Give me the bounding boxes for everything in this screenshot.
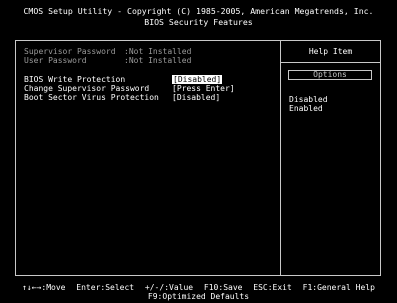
key-select: Enter:Select [76, 283, 135, 292]
key-legend: ↑↓←→:Move Enter:Select +/-/:Value F10:Sa… [0, 283, 397, 301]
options-list: Disabled Enabled [289, 95, 328, 113]
setting-value[interactable]: [Disabled] [172, 93, 220, 102]
setting-row-change-supervisor-password[interactable]: Change Supervisor Password [Press Enter] [24, 84, 279, 93]
key-save: F10:Save [203, 283, 243, 292]
user-password-row: User Password :Not Installed [24, 56, 279, 65]
setting-label: Change Supervisor Password [24, 84, 150, 93]
setting-row-boot-sector-virus-protection[interactable]: Boot Sector Virus Protection [Disabled] [24, 93, 279, 102]
setting-label: BIOS Write Protection [24, 75, 126, 84]
options-header: Options [288, 70, 372, 80]
page-title: BIOS Security Features [144, 17, 253, 27]
bios-screen: CMOS Setup Utility - Copyright (C) 1985-… [0, 0, 397, 303]
setting-value-selected[interactable]: [Disabled] [172, 75, 223, 84]
user-password-status: :Not Installed [124, 56, 192, 65]
help-title: Help Item [308, 47, 353, 56]
key-legend-line-1: ↑↓←→:Move Enter:Select +/-/:Value F10:Sa… [0, 283, 397, 292]
setting-value[interactable]: [Press Enter] [172, 84, 235, 93]
key-move: ↑↓←→:Move [22, 283, 66, 292]
key-defaults: F9:Optimized Defaults [147, 292, 250, 301]
title-area: CMOS Setup Utility - Copyright (C) 1985-… [0, 6, 397, 28]
help-panel: Help Item Options Disabled Enabled [281, 40, 380, 276]
key-exit: ESC:Exit [253, 283, 292, 292]
option-enabled[interactable]: Enabled [289, 104, 328, 113]
option-disabled[interactable]: Disabled [289, 95, 328, 104]
key-value: +/-/:Value [144, 283, 194, 292]
setting-label: Boot Sector Virus Protection [24, 93, 159, 102]
supervisor-password-status: :Not Installed [124, 47, 192, 56]
help-divider [281, 62, 380, 63]
key-legend-line-2: F9:Optimized Defaults [0, 292, 397, 301]
user-password-label: User Password [24, 56, 87, 65]
settings-panel: Supervisor Password :Not Installed User … [24, 47, 279, 102]
key-help: F1:General Help [302, 283, 375, 292]
app-title: CMOS Setup Utility - Copyright (C) 1985-… [23, 6, 374, 16]
supervisor-password-row: Supervisor Password :Not Installed [24, 47, 279, 56]
setting-row-bios-write-protection[interactable]: BIOS Write Protection [Disabled] [24, 75, 279, 84]
supervisor-password-label: Supervisor Password [24, 47, 116, 56]
